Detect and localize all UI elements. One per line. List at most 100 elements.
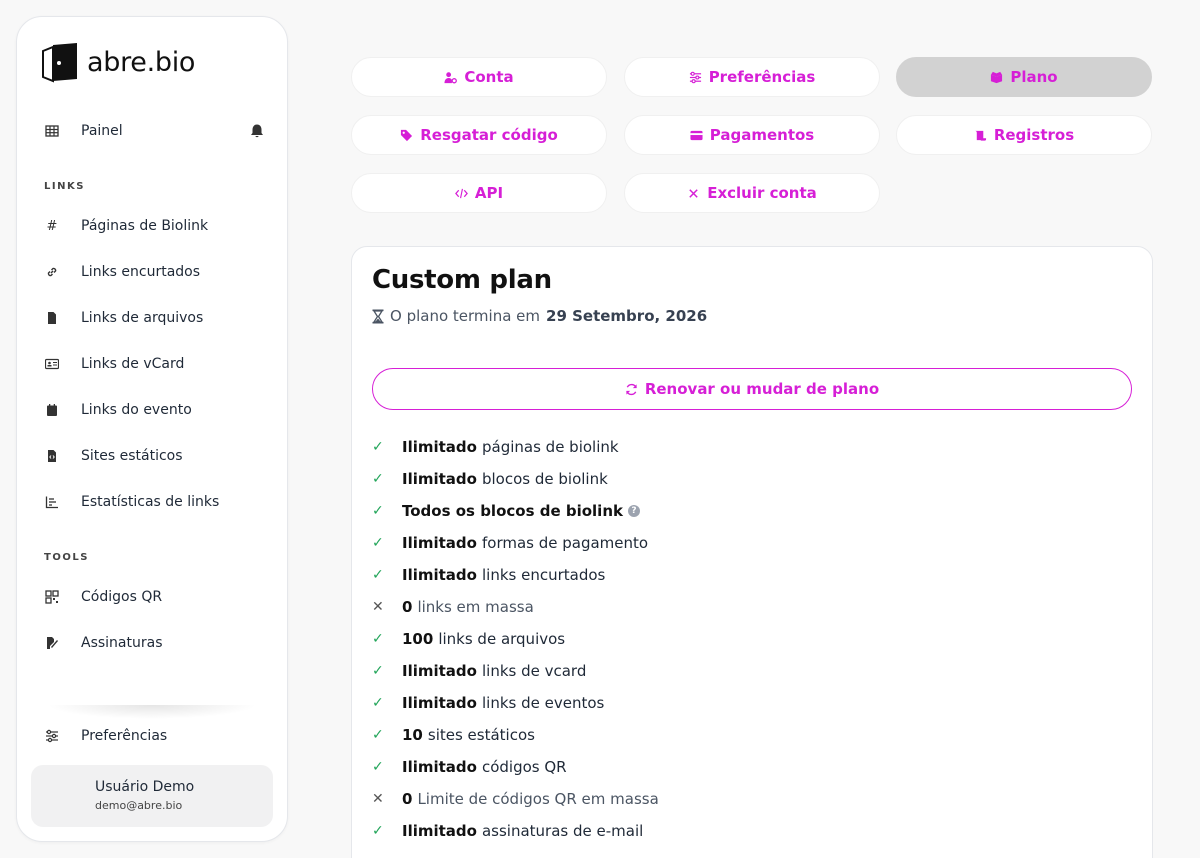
sidebar-item-vcard-links[interactable]: Links de vCard <box>45 349 265 379</box>
tab-label: Registros <box>993 126 1075 144</box>
sidebar-item-label: Assinaturas <box>81 635 163 651</box>
sidebar: abre.bio Painel LINKS # Páginas de Bioli… <box>16 16 288 842</box>
refresh-icon <box>626 383 637 395</box>
hash-icon: # <box>46 218 58 234</box>
feature-label: links em massa <box>417 598 534 616</box>
plan-card: Custom plan O plano termina em 29 Setemb… <box>351 246 1153 858</box>
feature-value: Ilimitado <box>402 566 477 584</box>
sidebar-item-short-links[interactable]: Links encurtados <box>45 257 265 287</box>
tab-preferences[interactable]: Preferências <box>624 57 880 97</box>
feature-item: ✓ Ilimitado links encurtados <box>372 559 1132 591</box>
calendar-icon <box>45 403 59 417</box>
tab-label: Preferências <box>708 68 816 86</box>
plan-end-info: O plano termina em 29 Setembro, 2026 <box>372 307 707 325</box>
sidebar-divider <box>47 705 257 719</box>
feature-label: links encurtados <box>481 566 606 584</box>
feature-item: ✓ Ilimitado formas de pagamento <box>372 527 1132 559</box>
tab-plan[interactable]: Plano <box>896 57 1152 97</box>
renew-plan-button[interactable]: Renovar ou mudar de plano <box>372 368 1132 410</box>
sidebar-item-preferences[interactable]: Preferências <box>45 721 265 751</box>
tab-api[interactable]: API <box>351 173 607 213</box>
sliders-icon <box>45 729 59 743</box>
feature-value: 0 <box>402 598 413 616</box>
feature-value: Ilimitado <box>402 694 477 712</box>
tab-redeem-code[interactable]: Resgatar código <box>351 115 607 155</box>
id-card-icon <box>45 357 59 371</box>
feature-item: ✓ 10 sites estáticos <box>372 719 1132 751</box>
sidebar-item-dashboard[interactable]: Painel <box>45 116 265 146</box>
feature-label: formas de pagamento <box>481 534 649 552</box>
plan-end-date: 29 Setembro, 2026 <box>546 307 708 325</box>
tab-delete-account[interactable]: Excluir conta <box>624 173 880 213</box>
signature-icon <box>45 636 59 650</box>
tag-icon <box>401 129 413 141</box>
plan-end-prefix: O plano termina em <box>390 307 541 325</box>
grid-icon <box>45 124 59 138</box>
feature-label: Limite de códigos QR em massa <box>417 790 659 808</box>
feature-item: ✓ Ilimitado links de vcard <box>372 655 1132 687</box>
help-icon[interactable]: ? <box>627 505 640 517</box>
feature-item: ✓ Ilimitado links de eventos <box>372 687 1132 719</box>
check-icon: ✓ <box>372 567 384 583</box>
cross-icon: ✕ <box>372 599 384 615</box>
tab-logs[interactable]: Registros <box>896 115 1152 155</box>
feature-label: links de eventos <box>481 694 605 712</box>
code-icon <box>454 188 468 198</box>
feature-label: códigos QR <box>481 758 567 776</box>
check-icon: ✓ <box>372 503 384 519</box>
sidebar-item-qr-codes[interactable]: Códigos QR <box>45 582 265 612</box>
tab-label: Conta <box>464 68 514 86</box>
check-icon: ✓ <box>372 439 384 455</box>
feature-value: 0 <box>402 790 413 808</box>
feature-label: links de vcard <box>481 662 587 680</box>
sidebar-item-label: Preferências <box>81 728 168 744</box>
feature-label: sites estáticos <box>427 726 535 744</box>
box-icon <box>991 71 1003 83</box>
link-icon <box>45 265 59 279</box>
scroll-icon <box>974 130 986 141</box>
plan-title: Custom plan <box>372 265 552 295</box>
tab-account[interactable]: Conta <box>351 57 607 97</box>
sidebar-item-signatures[interactable]: Assinaturas <box>45 628 265 658</box>
file-icon <box>45 311 59 325</box>
check-icon: ✓ <box>372 695 384 711</box>
check-icon: ✓ <box>372 727 384 743</box>
sidebar-item-biolink-pages[interactable]: # Páginas de Biolink <box>45 211 265 241</box>
sidebar-item-label: Links do evento <box>81 402 192 418</box>
tab-label: Excluir conta <box>707 184 817 202</box>
user-cog-icon <box>444 71 458 83</box>
bell-icon[interactable] <box>249 123 265 139</box>
user-card[interactable]: Usuário Demo demo@abre.bio <box>31 765 273 827</box>
feature-label: links de arquivos <box>438 630 566 648</box>
sidebar-item-label: Códigos QR <box>81 589 163 605</box>
feature-item: ✓ Ilimitado páginas de biolink <box>372 431 1132 463</box>
sidebar-item-static-sites[interactable]: Sites estáticos <box>45 441 265 471</box>
feature-item: ✕ 0 Limite de códigos QR em massa <box>372 783 1132 815</box>
section-label-tools: TOOLS <box>44 552 89 563</box>
check-icon: ✓ <box>372 471 384 487</box>
user-email: demo@abre.bio <box>95 799 183 812</box>
sidebar-item-label: Links de vCard <box>81 356 185 372</box>
renew-plan-label: Renovar ou mudar de plano <box>644 380 880 398</box>
feature-value: Ilimitado <box>402 822 477 840</box>
tab-label: Resgatar código <box>420 126 558 144</box>
feature-label: assinaturas de e-mail <box>481 822 644 840</box>
credit-card-icon <box>690 130 703 140</box>
feature-value: 10 <box>402 726 423 744</box>
section-label-links: LINKS <box>44 181 85 192</box>
x-icon <box>689 188 698 198</box>
feature-item: ✓ Todos os blocos de biolink? <box>372 495 1132 527</box>
feature-value: Ilimitado <box>402 470 477 488</box>
chart-icon <box>45 495 59 509</box>
tab-label: API <box>474 184 504 202</box>
sidebar-item-file-links[interactable]: Links de arquivos <box>45 303 265 333</box>
tab-payments[interactable]: Pagamentos <box>624 115 880 155</box>
tab-label: Pagamentos <box>709 126 815 144</box>
feature-value: Ilimitado <box>402 438 477 456</box>
sidebar-item-event-links[interactable]: Links do evento <box>45 395 265 425</box>
user-name: Usuário Demo <box>95 779 195 795</box>
feature-value: 100 <box>402 630 434 648</box>
sidebar-item-link-stats[interactable]: Estatísticas de links <box>45 487 265 517</box>
feature-item: ✓ 100 links de arquivos <box>372 623 1132 655</box>
brand-logo[interactable]: abre.bio <box>39 41 195 83</box>
